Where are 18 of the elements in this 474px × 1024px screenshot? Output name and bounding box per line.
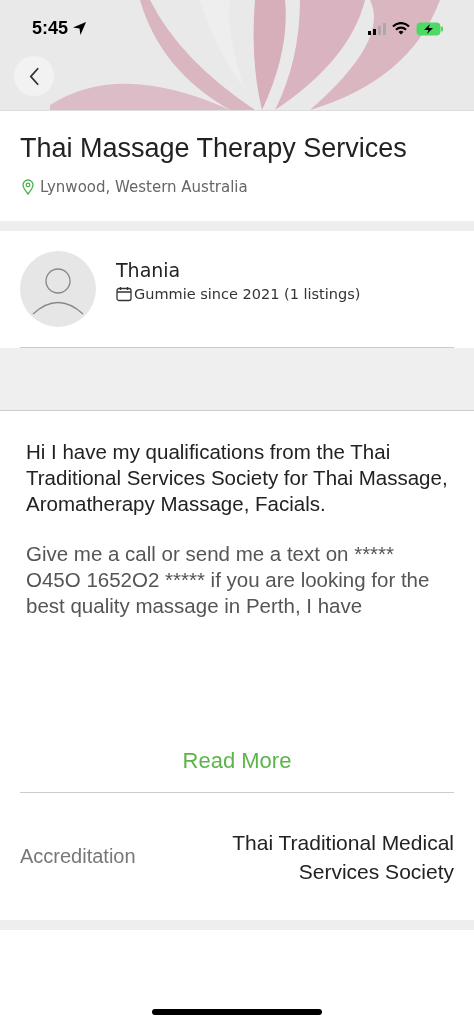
read-more-link[interactable]: Read More: [182, 748, 292, 774]
avatar-icon: [20, 251, 96, 327]
signal-icon: [368, 22, 386, 35]
description-text: Give me a call or send me a text on ***** O45O 1652O2 ***** if you are looking for the best quality massage in Perth, I have: [26, 541, 431, 619]
member-info: Gummie since 2021 (1 listings): [134, 285, 361, 302]
location-text: Lynwood, Western Australia: [40, 178, 248, 196]
listing-title: Thai Massage Therapy Services: [20, 133, 408, 164]
detail-label: Accreditation: [20, 845, 136, 868]
time-text: 5:45: [32, 18, 69, 39]
calendar-icon: [116, 285, 132, 302]
battery-charging-icon: [416, 21, 444, 36]
description-text: Hi I have my qualifications from the Thai Traditional Services Society for Thai Massage, Aromatherapy Massage, Facials.: [26, 439, 448, 517]
detail-value: Thai Traditional Medical Services Society: [231, 829, 454, 885]
map-pin-icon: [22, 179, 34, 195]
seller-name: Thania: [116, 258, 182, 281]
chevron-left-icon: [28, 66, 40, 86]
wifi-icon: [392, 22, 410, 35]
location-arrow-icon: [72, 21, 88, 36]
